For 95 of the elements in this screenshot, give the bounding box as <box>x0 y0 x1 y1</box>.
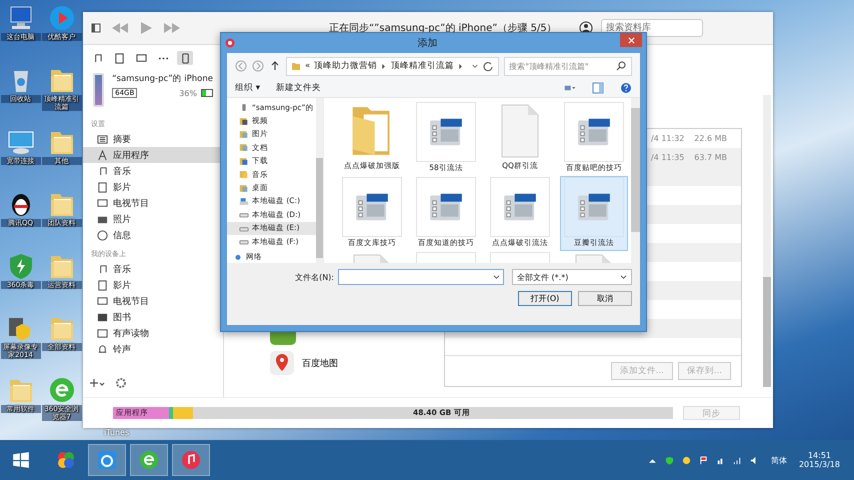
video-file-icon <box>502 192 538 222</box>
preview-pane-icon[interactable] <box>592 82 604 94</box>
next-icon[interactable] <box>163 21 181 35</box>
battery-icon <box>201 89 213 97</box>
shield-icon[interactable] <box>664 456 674 464</box>
flag-icon[interactable] <box>698 456 708 464</box>
sidebar-item[interactable]: 摘要 <box>83 131 223 147</box>
signal-icon[interactable] <box>732 456 742 464</box>
video-file-icon <box>354 192 390 222</box>
network-icon <box>233 252 243 262</box>
drive-icon <box>239 196 249 206</box>
scrollbar[interactable] <box>763 95 771 387</box>
taskbar-app[interactable] <box>88 444 126 476</box>
chevron-right-icon <box>458 62 464 70</box>
address-bar[interactable]: « 顶峰助力微营销 顶峰精准引流篇 <box>286 56 500 76</box>
browser-icon <box>139 450 159 470</box>
app-list-item[interactable]: 百度地图 <box>266 349 436 377</box>
search-field[interactable]: 搜索"顶峰精准引流篇" <box>504 56 632 76</box>
dialog-button[interactable]: 打开(O) <box>518 291 572 306</box>
previous-icon[interactable] <box>111 21 129 35</box>
sidebar-item[interactable]: 有声读物 <box>83 325 223 341</box>
toolbar-button[interactable]: 新建文件夹 <box>276 82 321 94</box>
sidebar-item[interactable]: 照片 <box>83 211 223 227</box>
chevron-down-icon[interactable] <box>472 62 478 70</box>
menu-icon[interactable] <box>91 23 103 33</box>
chevron-down-icon[interactable] <box>493 274 500 280</box>
refresh-icon[interactable] <box>482 60 494 72</box>
film-icon <box>97 280 108 290</box>
bell-icon <box>97 344 108 354</box>
map-pin-icon <box>270 351 294 375</box>
filename-field[interactable] <box>338 269 504 285</box>
add-icon[interactable] <box>89 378 105 388</box>
sidebar-item[interactable]: 音乐 <box>83 261 223 277</box>
file-type-dropdown[interactable]: 全部文件 (*.*) <box>512 269 632 285</box>
filename-label: 文件名(N): <box>295 272 334 282</box>
sidebar-item[interactable]: 信息 <box>83 227 223 243</box>
phone-icon[interactable] <box>177 51 193 65</box>
video-file-icon <box>576 117 612 147</box>
breadcrumb-item[interactable]: 顶峰助力微营销 <box>314 60 378 72</box>
back-icon[interactable] <box>235 60 247 72</box>
up-arrow-icon[interactable] <box>269 60 281 72</box>
sidebar-item[interactable]: 电视节目 <box>83 195 223 211</box>
close-button[interactable] <box>620 33 642 47</box>
sidebar-item[interactable]: 图书 <box>83 309 223 325</box>
forward-icon[interactable] <box>252 60 264 72</box>
search-icon <box>615 60 627 72</box>
tv-icon <box>97 198 108 208</box>
user-icon[interactable] <box>579 21 593 35</box>
music-note-icon <box>97 166 108 176</box>
sidebar-item[interactable]: 铃声 <box>83 341 223 357</box>
input-language[interactable]: 简体 <box>770 454 787 466</box>
scrollbar[interactable] <box>316 98 323 263</box>
help-icon[interactable] <box>620 82 632 94</box>
audiobook-icon <box>97 328 108 338</box>
sidebar-item[interactable]: 应用程序 <box>83 147 223 163</box>
music-icon <box>181 450 201 470</box>
info-icon <box>97 230 108 240</box>
video-file-icon <box>428 192 464 222</box>
film-icon <box>97 182 108 192</box>
dialog-title: 添加 <box>416 36 438 50</box>
tv-icon <box>97 296 108 306</box>
device-name: “samsung-pc”的 iPhone <box>112 73 213 85</box>
windows-start-icon[interactable] <box>12 451 30 469</box>
breadcrumb-item[interactable]: 顶峰精准引流篇 <box>391 60 454 72</box>
sidebar-item[interactable]: 音乐 <box>83 163 223 179</box>
folder-icon <box>291 61 301 71</box>
cloud-icon[interactable] <box>682 456 691 464</box>
music-note-icon <box>97 264 108 274</box>
itunes-icon <box>225 38 235 48</box>
settings-icon[interactable] <box>115 377 127 389</box>
battery-percent: 36% <box>179 88 197 98</box>
taskbar-app[interactable] <box>172 444 210 476</box>
dialog-button[interactable]: 取消 <box>578 291 632 306</box>
phone-image <box>93 73 104 107</box>
breadcrumb-item[interactable]: « <box>305 61 310 71</box>
clock-date[interactable]: 2015/3/18 <box>798 460 840 469</box>
chevron-down-icon <box>620 274 627 280</box>
sidebar-item[interactable]: 影片 <box>83 179 223 195</box>
close-icon <box>628 36 634 44</box>
app-store-icon <box>97 150 108 160</box>
clock-time[interactable]: 14:51 <box>808 451 832 460</box>
cloud-icon <box>97 450 117 470</box>
toolbar-button[interactable]: 组织 ▾ <box>235 82 260 94</box>
sidebar-item[interactable]: 电视节目 <box>83 293 223 309</box>
sidebar-item[interactable]: 影片 <box>83 277 223 293</box>
video-file-icon <box>576 192 612 222</box>
list-icon <box>97 134 108 144</box>
chevron-right-icon <box>381 62 388 70</box>
video-file-icon <box>428 117 464 147</box>
book-icon <box>97 312 108 322</box>
taskbar-app[interactable] <box>130 444 168 476</box>
network-icon[interactable] <box>716 456 725 464</box>
desktop-icon-label: iTunes <box>104 428 130 437</box>
scrollbar[interactable] <box>631 98 640 263</box>
palette-icon <box>56 450 76 470</box>
